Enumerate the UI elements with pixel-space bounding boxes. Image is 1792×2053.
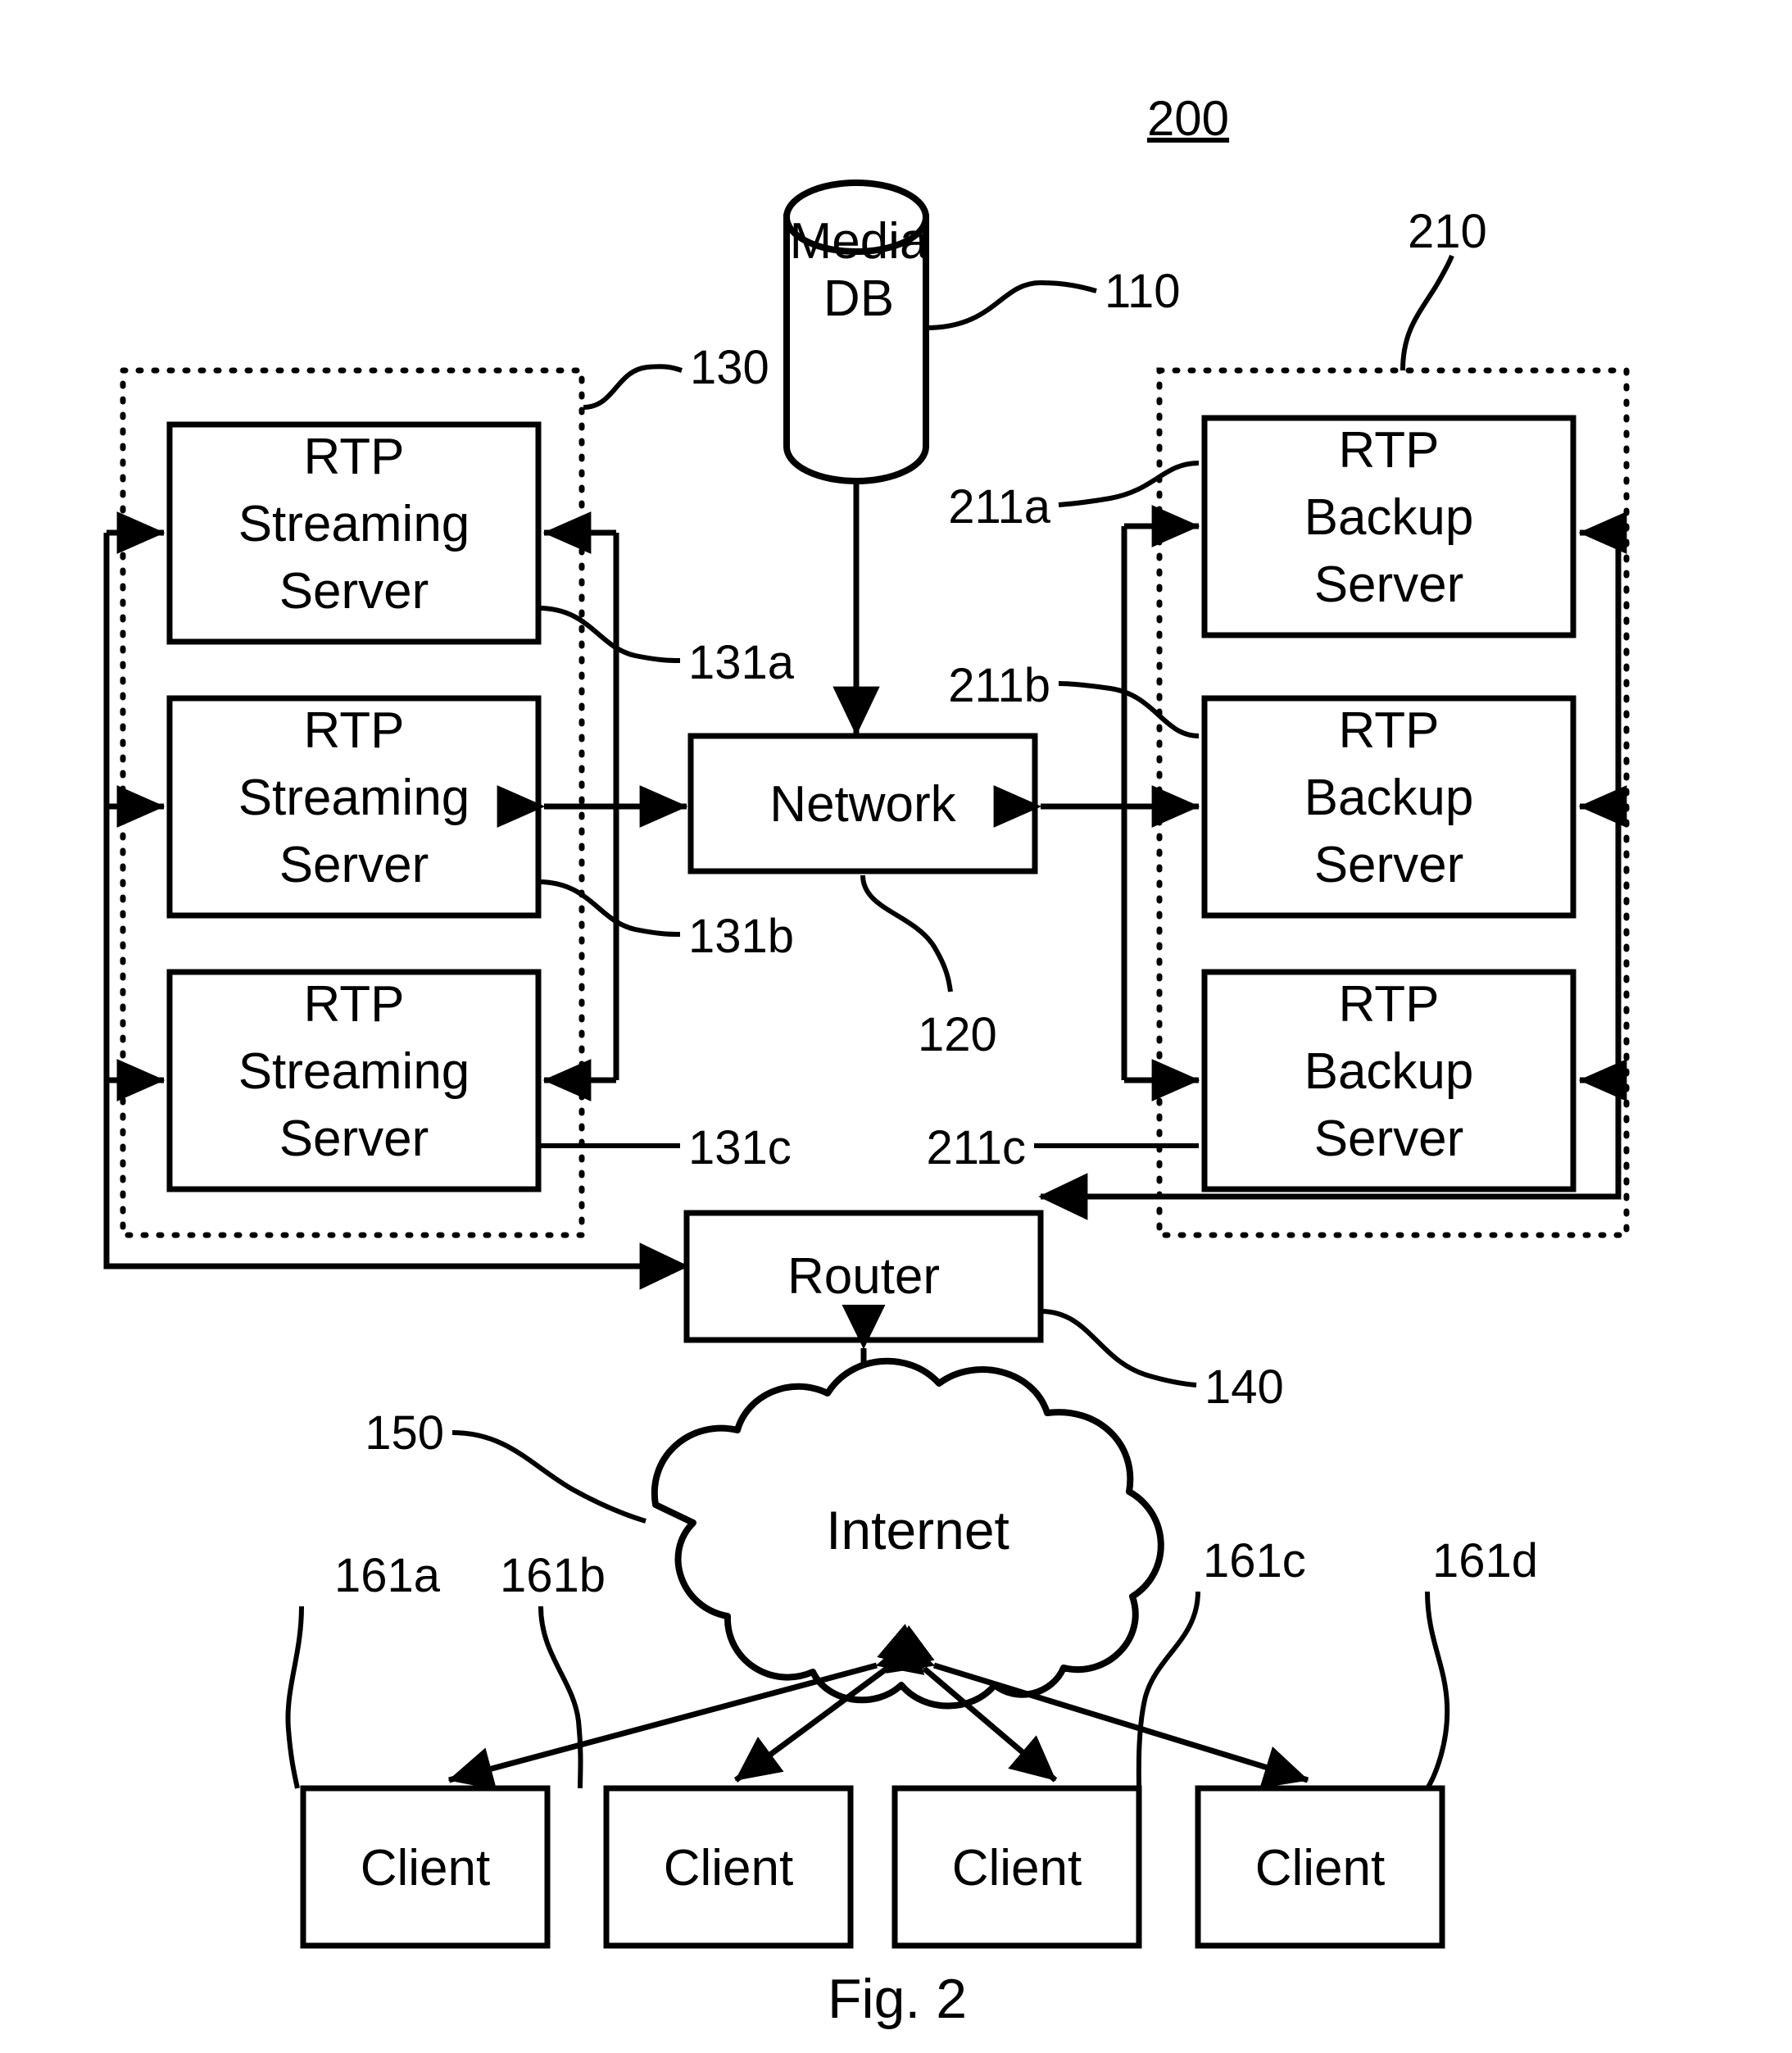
leader-161d bbox=[1425, 1591, 1450, 1790]
client-node-4: Client bbox=[1195, 1785, 1445, 1949]
streaming-server-2-line2: Streaming bbox=[238, 770, 470, 826]
rtp-backup-server-1: RTP Backup Server bbox=[1201, 415, 1577, 638]
ref-161d: 161d bbox=[1432, 1534, 1538, 1587]
client-node-3: Client bbox=[891, 1785, 1142, 1949]
network-label: Network bbox=[769, 776, 956, 833]
client-1-label: Client bbox=[361, 1840, 491, 1896]
leader-150 bbox=[451, 1430, 646, 1524]
router-node: Router bbox=[683, 1210, 1044, 1343]
ref-211a: 211a bbox=[948, 480, 1050, 534]
backup-server-2-line2: Backup bbox=[1304, 770, 1474, 826]
leader-131a bbox=[538, 606, 681, 663]
streaming-server-1-line2: Streaming bbox=[238, 496, 470, 552]
streaming-server-3-line1: RTP bbox=[304, 976, 405, 1033]
ref-210: 210 bbox=[1408, 205, 1487, 258]
ref-110: 110 bbox=[1105, 265, 1180, 318]
ref-161c: 161c bbox=[1203, 1534, 1306, 1587]
streaming-server-3-line3: Server bbox=[279, 1111, 429, 1167]
streaming-server-2-line3: Server bbox=[279, 837, 429, 893]
ref-161b: 161b bbox=[500, 1549, 606, 1602]
media-db-node: Media DB bbox=[783, 179, 929, 484]
client-4-label: Client bbox=[1255, 1840, 1386, 1896]
client-node-1: Client bbox=[300, 1785, 551, 1949]
ref-211b: 211b bbox=[948, 659, 1050, 712]
figure-caption: Fig. 2 bbox=[828, 1968, 967, 2030]
streaming-server-2-line1: RTP bbox=[304, 702, 405, 759]
backup-server-1-line2: Backup bbox=[1304, 489, 1474, 546]
router-label: Router bbox=[787, 1248, 940, 1305]
leader-120 bbox=[860, 874, 953, 992]
leader-161c bbox=[1136, 1591, 1200, 1789]
leader-140 bbox=[1040, 1309, 1197, 1388]
backup-server-1-line1: RTP bbox=[1339, 422, 1440, 479]
internet-label: Internet bbox=[826, 1500, 1009, 1560]
rtp-streaming-server-2: RTP Streaming Server bbox=[166, 695, 542, 919]
backup-server-3-line1: RTP bbox=[1339, 976, 1440, 1033]
internet-node: Internet bbox=[651, 1357, 1164, 1710]
leader-211a bbox=[1058, 461, 1200, 507]
leader-210 bbox=[1400, 254, 1454, 371]
leader-110 bbox=[925, 279, 1097, 330]
client-node-2: Client bbox=[603, 1785, 854, 1949]
backup-server-3-line2: Backup bbox=[1304, 1043, 1474, 1100]
rtp-backup-server-2: RTP Backup Server bbox=[1201, 695, 1577, 919]
rtp-streaming-server-3: RTP Streaming Server bbox=[166, 969, 542, 1192]
ref-150: 150 bbox=[365, 1406, 444, 1460]
leader-131b bbox=[538, 879, 681, 937]
figure-2-diagram: 200 Media DB 110 130 RTP Streaming Serve… bbox=[103, 91, 1630, 2030]
media-db-label-line1: Media bbox=[790, 213, 928, 270]
media-db-label-line2: DB bbox=[823, 270, 894, 327]
backup-server-2-line1: RTP bbox=[1339, 702, 1440, 759]
ref-131c: 131c bbox=[688, 1121, 792, 1174]
rtp-streaming-server-1: RTP Streaming Server bbox=[166, 421, 542, 645]
leader-130 bbox=[583, 364, 683, 410]
backup-server-3-line3: Server bbox=[1314, 1111, 1464, 1167]
leader-161b bbox=[538, 1606, 583, 1789]
network-node: Network bbox=[687, 733, 1038, 874]
patent-figure: 200 Media DB 110 130 RTP Streaming Serve… bbox=[0, 0, 1792, 2053]
ref-161a: 161a bbox=[334, 1549, 441, 1602]
ref-131b: 131b bbox=[688, 910, 794, 963]
streaming-server-1-line1: RTP bbox=[304, 429, 405, 485]
system-ref-200: 200 bbox=[1147, 91, 1229, 146]
ref-211c: 211c bbox=[927, 1121, 1026, 1174]
backup-server-2-line3: Server bbox=[1314, 837, 1464, 893]
leader-211b bbox=[1058, 681, 1200, 738]
ref-120: 120 bbox=[918, 1008, 997, 1061]
ref-131a: 131a bbox=[688, 636, 795, 689]
leader-161a bbox=[285, 1606, 304, 1789]
client-3-label: Client bbox=[952, 1840, 1082, 1896]
rtp-backup-server-3: RTP Backup Server bbox=[1201, 969, 1577, 1192]
backup-server-1-line3: Server bbox=[1314, 556, 1464, 613]
ref-140: 140 bbox=[1204, 1360, 1284, 1414]
ref-130: 130 bbox=[690, 341, 769, 394]
streaming-server-1-line3: Server bbox=[279, 563, 429, 620]
client-2-label: Client bbox=[664, 1840, 794, 1896]
streaming-server-3-line2: Streaming bbox=[238, 1043, 470, 1100]
